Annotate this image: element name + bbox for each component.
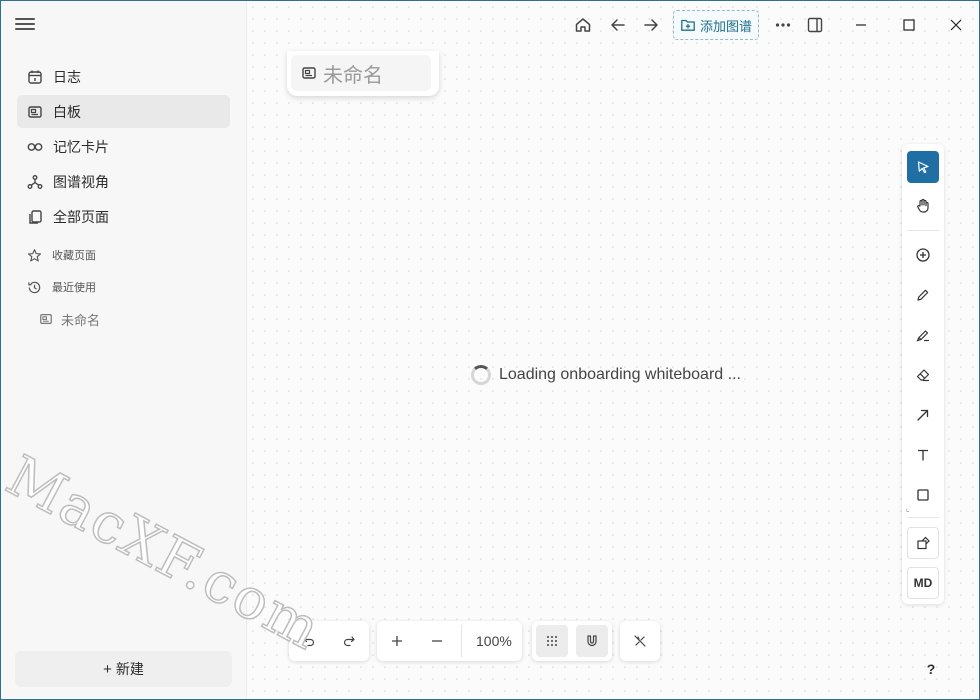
grid-snap-toolbar: [532, 621, 612, 661]
home-icon[interactable]: [571, 13, 595, 37]
select-tool-button[interactable]: [907, 151, 939, 183]
minimize-icon[interactable]: [849, 13, 873, 37]
graph-icon: [26, 173, 44, 191]
snap-toggle-button[interactable]: [576, 625, 608, 657]
toolbar-divider: [907, 230, 939, 231]
recent-label: 最近使用: [52, 282, 96, 294]
sidebar-nav: 日志 白板 记忆卡片 图谱视角 全部页面: [17, 60, 230, 235]
pointer-icon: [917, 161, 929, 174]
top-bar: 添加图谱: [247, 1, 979, 49]
pen-icon: [917, 289, 929, 301]
toolbar-divider: [907, 517, 939, 518]
loading-indicator: Loading onboarding whiteboard ...: [471, 365, 741, 385]
loading-text: Loading onboarding whiteboard ...: [499, 366, 741, 383]
markdown-button[interactable]: MD: [907, 567, 939, 599]
zoom-out-button[interactable]: [421, 625, 453, 657]
star-icon: [26, 247, 42, 263]
recent-section[interactable]: 最近使用: [17, 273, 230, 301]
app-window: 日志 白板 记忆卡片 图谱视角 全部页面 收藏页面 最近使用 未命名 + 新建 …: [0, 0, 980, 700]
highlighter-icon: [916, 330, 929, 342]
whiteboard-icon: [301, 65, 317, 81]
zoom-toolbar: 100%: [377, 621, 522, 661]
whiteboard-icon: [26, 103, 44, 121]
sidebar-item-label: 日志: [53, 68, 81, 85]
sidebar-item-label: 记忆卡片: [53, 138, 109, 155]
sidebar-item-flashcards[interactable]: 记忆卡片: [17, 130, 230, 163]
unlink-icon: [634, 635, 646, 647]
whiteboard-canvas[interactable]: 添加图谱 未命名 Loading onboarding whiteboard .…: [247, 1, 979, 699]
pen-tool-button[interactable]: [907, 279, 939, 311]
toggle-right-sidebar-icon[interactable]: [803, 13, 827, 37]
zoom-in-button[interactable]: [381, 625, 413, 657]
connector-tool-button[interactable]: [907, 399, 939, 431]
highlighter-tool-button[interactable]: [907, 319, 939, 351]
calendar-icon: [26, 68, 44, 86]
square-icon: [917, 489, 929, 501]
embed-tool-button[interactable]: [907, 527, 939, 559]
favorites-section[interactable]: 收藏页面: [17, 241, 230, 269]
shape-tool-button[interactable]: [907, 479, 939, 511]
sidebar-item-all-pages[interactable]: 全部页面: [17, 200, 230, 233]
redo-icon: [343, 636, 355, 647]
arrow-up-right-icon: [917, 409, 929, 421]
eraser-tool-button[interactable]: [907, 359, 939, 391]
plus-icon: +: [103, 660, 112, 678]
text-icon: [918, 449, 928, 461]
sidebar-item-label: 白板: [53, 103, 81, 120]
sidebar-item-whiteboards[interactable]: 白板: [17, 95, 230, 128]
plus-circle-icon: [916, 248, 930, 262]
recent-item-untitled[interactable]: 未命名: [39, 308, 100, 330]
grid-dots-icon: [547, 636, 557, 646]
whiteboard-title[interactable]: 未命名: [291, 55, 431, 91]
whiteboard-title-card: 未命名: [287, 51, 439, 96]
minus-icon: [432, 640, 442, 642]
text-tool-button[interactable]: [907, 439, 939, 471]
add-graph-button[interactable]: 添加图谱: [673, 10, 760, 40]
help-button[interactable]: ?: [919, 657, 943, 681]
grid-toggle-button[interactable]: [536, 625, 568, 657]
maximize-icon[interactable]: [897, 13, 921, 37]
back-arrow-icon[interactable]: [606, 13, 630, 37]
forward-arrow-icon[interactable]: [639, 13, 663, 37]
pages-icon: [26, 208, 44, 226]
folder-plus-icon: [680, 17, 696, 33]
history-toolbar: [289, 621, 369, 661]
connector-toolbar: [620, 621, 660, 661]
markdown-label: MD: [913, 576, 933, 590]
add-graph-label: 添加图谱: [700, 18, 753, 34]
undo-icon: [303, 636, 315, 647]
undo-button[interactable]: [293, 625, 325, 657]
menu-toggle-icon[interactable]: [15, 15, 35, 35]
magnet-icon: [587, 635, 597, 647]
sidebar-item-journals[interactable]: 日志: [17, 60, 230, 93]
hand-icon: [917, 198, 929, 213]
more-shapes-indicator: ⌞: [906, 504, 910, 513]
toolbar-divider: [461, 625, 462, 657]
whiteboard-icon: [39, 312, 53, 326]
redo-button[interactable]: [333, 625, 365, 657]
plus-icon: [392, 636, 402, 646]
left-sidebar: 日志 白板 记忆卡片 图谱视角 全部页面 收藏页面 最近使用 未命名 + 新建: [1, 1, 247, 699]
hand-tool-button[interactable]: [907, 190, 939, 222]
disconnect-button[interactable]: [624, 625, 656, 657]
eraser-icon: [916, 369, 930, 382]
recent-item-label: 未命名: [61, 312, 101, 328]
history-icon: [26, 279, 42, 295]
shapes-icon: [917, 536, 930, 550]
tool-palette: ⌞ MD: [902, 144, 944, 604]
spinner-icon: [471, 365, 491, 385]
more-options-icon[interactable]: [771, 13, 795, 37]
favorites-label: 收藏页面: [52, 250, 96, 262]
new-page-button[interactable]: + 新建: [15, 651, 232, 687]
sidebar-item-label: 图谱视角: [53, 173, 109, 190]
infinity-icon: [26, 138, 44, 156]
close-icon[interactable]: [944, 13, 968, 37]
whiteboard-title-text: 未命名: [323, 64, 383, 87]
sidebar-item-label: 全部页面: [53, 208, 109, 225]
new-button-label: 新建: [115, 661, 144, 677]
add-node-tool-button[interactable]: [907, 239, 939, 271]
sidebar-item-graph-view[interactable]: 图谱视角: [17, 165, 230, 198]
zoom-level[interactable]: 100%: [466, 633, 522, 649]
